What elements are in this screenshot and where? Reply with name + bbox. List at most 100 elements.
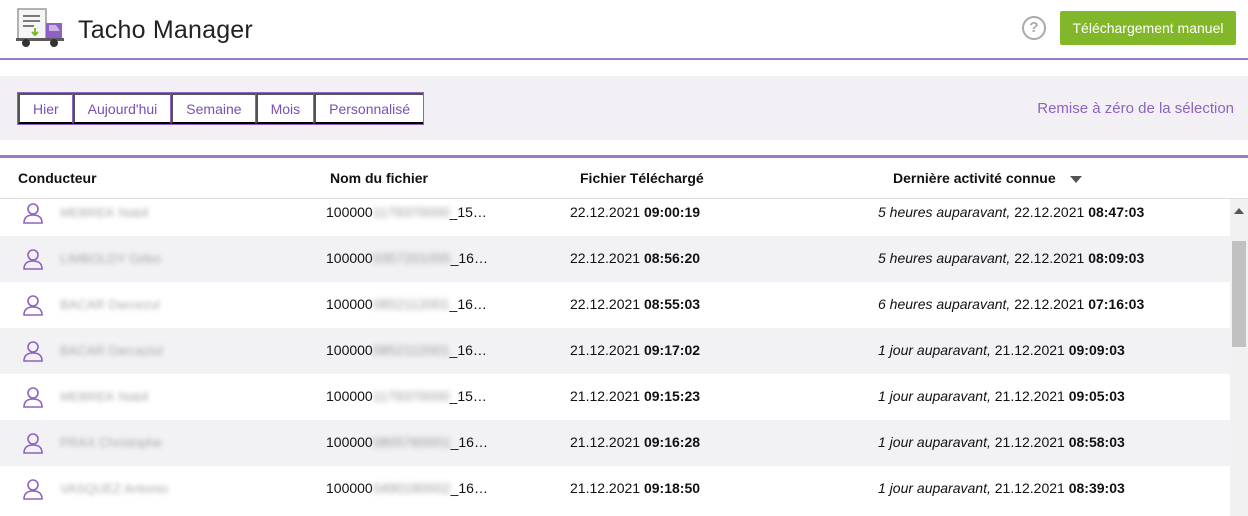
file-name: 1000001179370000_15… — [326, 204, 487, 220]
downloaded-time: 09:00:19 — [643, 204, 701, 220]
last-activity-date: 22.12.2021 — [1014, 296, 1085, 312]
last-activity: 1 jour auparavant, 21.12.2021 08:58:03 — [878, 434, 1125, 450]
sort-desc-icon[interactable] — [1069, 175, 1082, 183]
table-row[interactable]: VASQUEZ Antonio 1000000490180002_16… 21.12… — [0, 466, 1230, 512]
file-name-prefix: 100000 — [326, 250, 373, 266]
downloaded-at: 21.12.2021 09:17:02 — [570, 342, 700, 358]
last-activity-date: 22.12.2021 — [1014, 250, 1085, 266]
downloaded-at: 21.12.2021 09:15:23 — [570, 388, 700, 404]
table-body: MEBREK Nabil 1000001179370000_15… 22.12.20… — [0, 199, 1230, 516]
driver-name: PRAX Christophe — [60, 435, 162, 450]
user-icon — [22, 386, 44, 408]
last-activity-relative: 5 heures auparavant, — [878, 250, 1011, 266]
table-row[interactable]: LIMBOLDY Gébo 1000000357201055_16… 22.12.2… — [0, 236, 1230, 282]
table-row[interactable]: PRAX Christophe 1000000805760001_16… 21.12… — [0, 420, 1230, 466]
help-circle-icon[interactable]: ? — [1022, 16, 1046, 40]
user-icon — [22, 248, 44, 270]
column-header-file[interactable]: Nom du fichier — [330, 170, 428, 186]
driver-name: BACAR Darcaziul — [60, 343, 163, 358]
table-row[interactable]: BACAR Darcezul 1000000852112001_16… 22.12.… — [0, 282, 1230, 328]
downloaded-date: 22.12.2021 — [570, 296, 641, 312]
file-name: 1000000490180002_16… — [326, 480, 488, 496]
downloaded-at: 22.12.2021 09:00:19 — [570, 204, 700, 220]
driver-name: MEBREK Nabil — [60, 205, 149, 220]
last-activity: 1 jour auparavant, 21.12.2021 09:09:03 — [878, 342, 1125, 358]
period-selector: Hier Aujourd'hui Semaine Mois Personnali… — [17, 92, 425, 125]
column-header-downloaded[interactable]: Fichier Téléchargé — [580, 170, 704, 186]
last-activity-relative: 5 heures auparavant, — [878, 204, 1011, 220]
downloaded-date: 21.12.2021 — [570, 434, 641, 450]
downloaded-at: 22.12.2021 08:56:20 — [570, 250, 700, 266]
file-name-suffix: _16… — [450, 434, 488, 450]
file-name: 1000001179370000_15… — [326, 388, 487, 404]
file-name: 1000000852112001_16… — [326, 296, 487, 312]
table-row[interactable]: MEBREK Nabil 1000001179370000_15… 21.12.20… — [0, 374, 1230, 420]
downloaded-time: 09:16:28 — [643, 434, 701, 450]
file-name-hidden: 0805760001 — [372, 434, 451, 450]
downloaded-date: 21.12.2021 — [570, 388, 641, 404]
last-activity-date: 21.12.2021 — [994, 388, 1065, 404]
file-name-prefix: 100000 — [326, 296, 373, 312]
downloaded-time: 09:15:23 — [643, 388, 701, 404]
file-name: 1000000805760001_16… — [326, 434, 488, 450]
file-name-suffix: _15… — [449, 388, 487, 404]
last-activity-relative: 1 jour auparavant, — [878, 342, 991, 358]
last-activity-time: 07:16:03 — [1088, 296, 1145, 312]
file-name-prefix: 100000 — [326, 388, 373, 404]
table-row[interactable]: MEBREK Nabil 1000001179370000_15… 22.12.20… — [0, 199, 1230, 236]
last-activity-time: 08:58:03 — [1068, 434, 1125, 450]
driver-name: VASQUEZ Antonio — [60, 481, 169, 496]
period-yesterday-button[interactable]: Hier — [18, 93, 73, 124]
last-activity-time: 08:09:03 — [1088, 250, 1145, 266]
last-activity-date: 22.12.2021 — [1014, 204, 1085, 220]
user-icon — [22, 294, 44, 316]
last-activity-date: 21.12.2021 — [994, 342, 1065, 358]
file-name-suffix: _16… — [449, 342, 487, 358]
downloaded-at: 22.12.2021 08:55:03 — [570, 296, 700, 312]
table-row[interactable]: BACAR Darcaziul 1000000852112001_16… 21.12… — [0, 328, 1230, 374]
last-activity-time: 08:39:03 — [1068, 480, 1125, 496]
last-activity: 1 jour auparavant, 21.12.2021 09:05:03 — [878, 388, 1125, 404]
file-name-hidden: 0852112001 — [372, 342, 450, 358]
file-name: 1000000357201055_16… — [326, 250, 488, 266]
file-name-prefix: 100000 — [326, 480, 373, 496]
period-month-button[interactable]: Mois — [255, 93, 315, 124]
last-activity-relative: 6 heures auparavant, — [878, 296, 1011, 312]
table-header: Conducteur Nom du fichier Fichier Téléch… — [0, 158, 1248, 199]
last-activity: 1 jour auparavant, 21.12.2021 08:39:03 — [878, 480, 1125, 496]
manual-download-button[interactable]: Téléchargement manuel — [1060, 11, 1236, 45]
column-header-last-activity[interactable]: Dernière activité connue — [893, 170, 1082, 186]
file-name-hidden: 0852112001 — [372, 296, 450, 312]
downloaded-at: 21.12.2021 09:18:50 — [570, 480, 700, 496]
last-activity-relative: 1 jour auparavant, — [878, 388, 991, 404]
column-header-driver[interactable]: Conducteur — [18, 170, 97, 186]
file-name-hidden: 1179370000 — [372, 204, 450, 220]
downloaded-time: 08:55:03 — [643, 296, 701, 312]
app-header: Tacho Manager ? Téléchargement manuel — [0, 0, 1248, 60]
downloaded-date: 21.12.2021 — [570, 342, 641, 358]
driver-name: MEBREK Nabil — [60, 389, 149, 404]
file-name-prefix: 100000 — [326, 342, 373, 358]
file-name-suffix: _16… — [449, 296, 487, 312]
app-title: Tacho Manager — [78, 16, 253, 44]
last-activity-time: 09:05:03 — [1068, 388, 1125, 404]
scroll-up-arrow-icon[interactable] — [1234, 208, 1244, 214]
scroll-thumb[interactable] — [1232, 241, 1246, 347]
file-name-prefix: 100000 — [326, 434, 373, 450]
downloaded-at: 21.12.2021 09:16:28 — [570, 434, 700, 450]
last-activity-relative: 1 jour auparavant, — [878, 434, 991, 450]
period-today-button[interactable]: Aujourd'hui — [72, 93, 172, 124]
period-custom-button[interactable]: Personnalisé — [314, 93, 424, 124]
last-activity: 5 heures auparavant, 22.12.2021 08:47:03 — [878, 204, 1144, 220]
downloaded-time: 08:56:20 — [643, 250, 701, 266]
reset-selection-link[interactable]: Remise à zéro de la sélection — [1037, 100, 1234, 117]
file-name-hidden: 1179370000 — [372, 388, 450, 404]
downloaded-time: 09:17:02 — [643, 342, 701, 358]
user-icon — [22, 432, 44, 454]
file-name-suffix: _15… — [449, 204, 487, 220]
file-name-prefix: 100000 — [326, 204, 373, 220]
table-scrollbar[interactable] — [1230, 199, 1248, 516]
period-week-button[interactable]: Semaine — [171, 93, 256, 124]
last-activity-time: 09:09:03 — [1068, 342, 1125, 358]
downloaded-date: 22.12.2021 — [570, 250, 641, 266]
